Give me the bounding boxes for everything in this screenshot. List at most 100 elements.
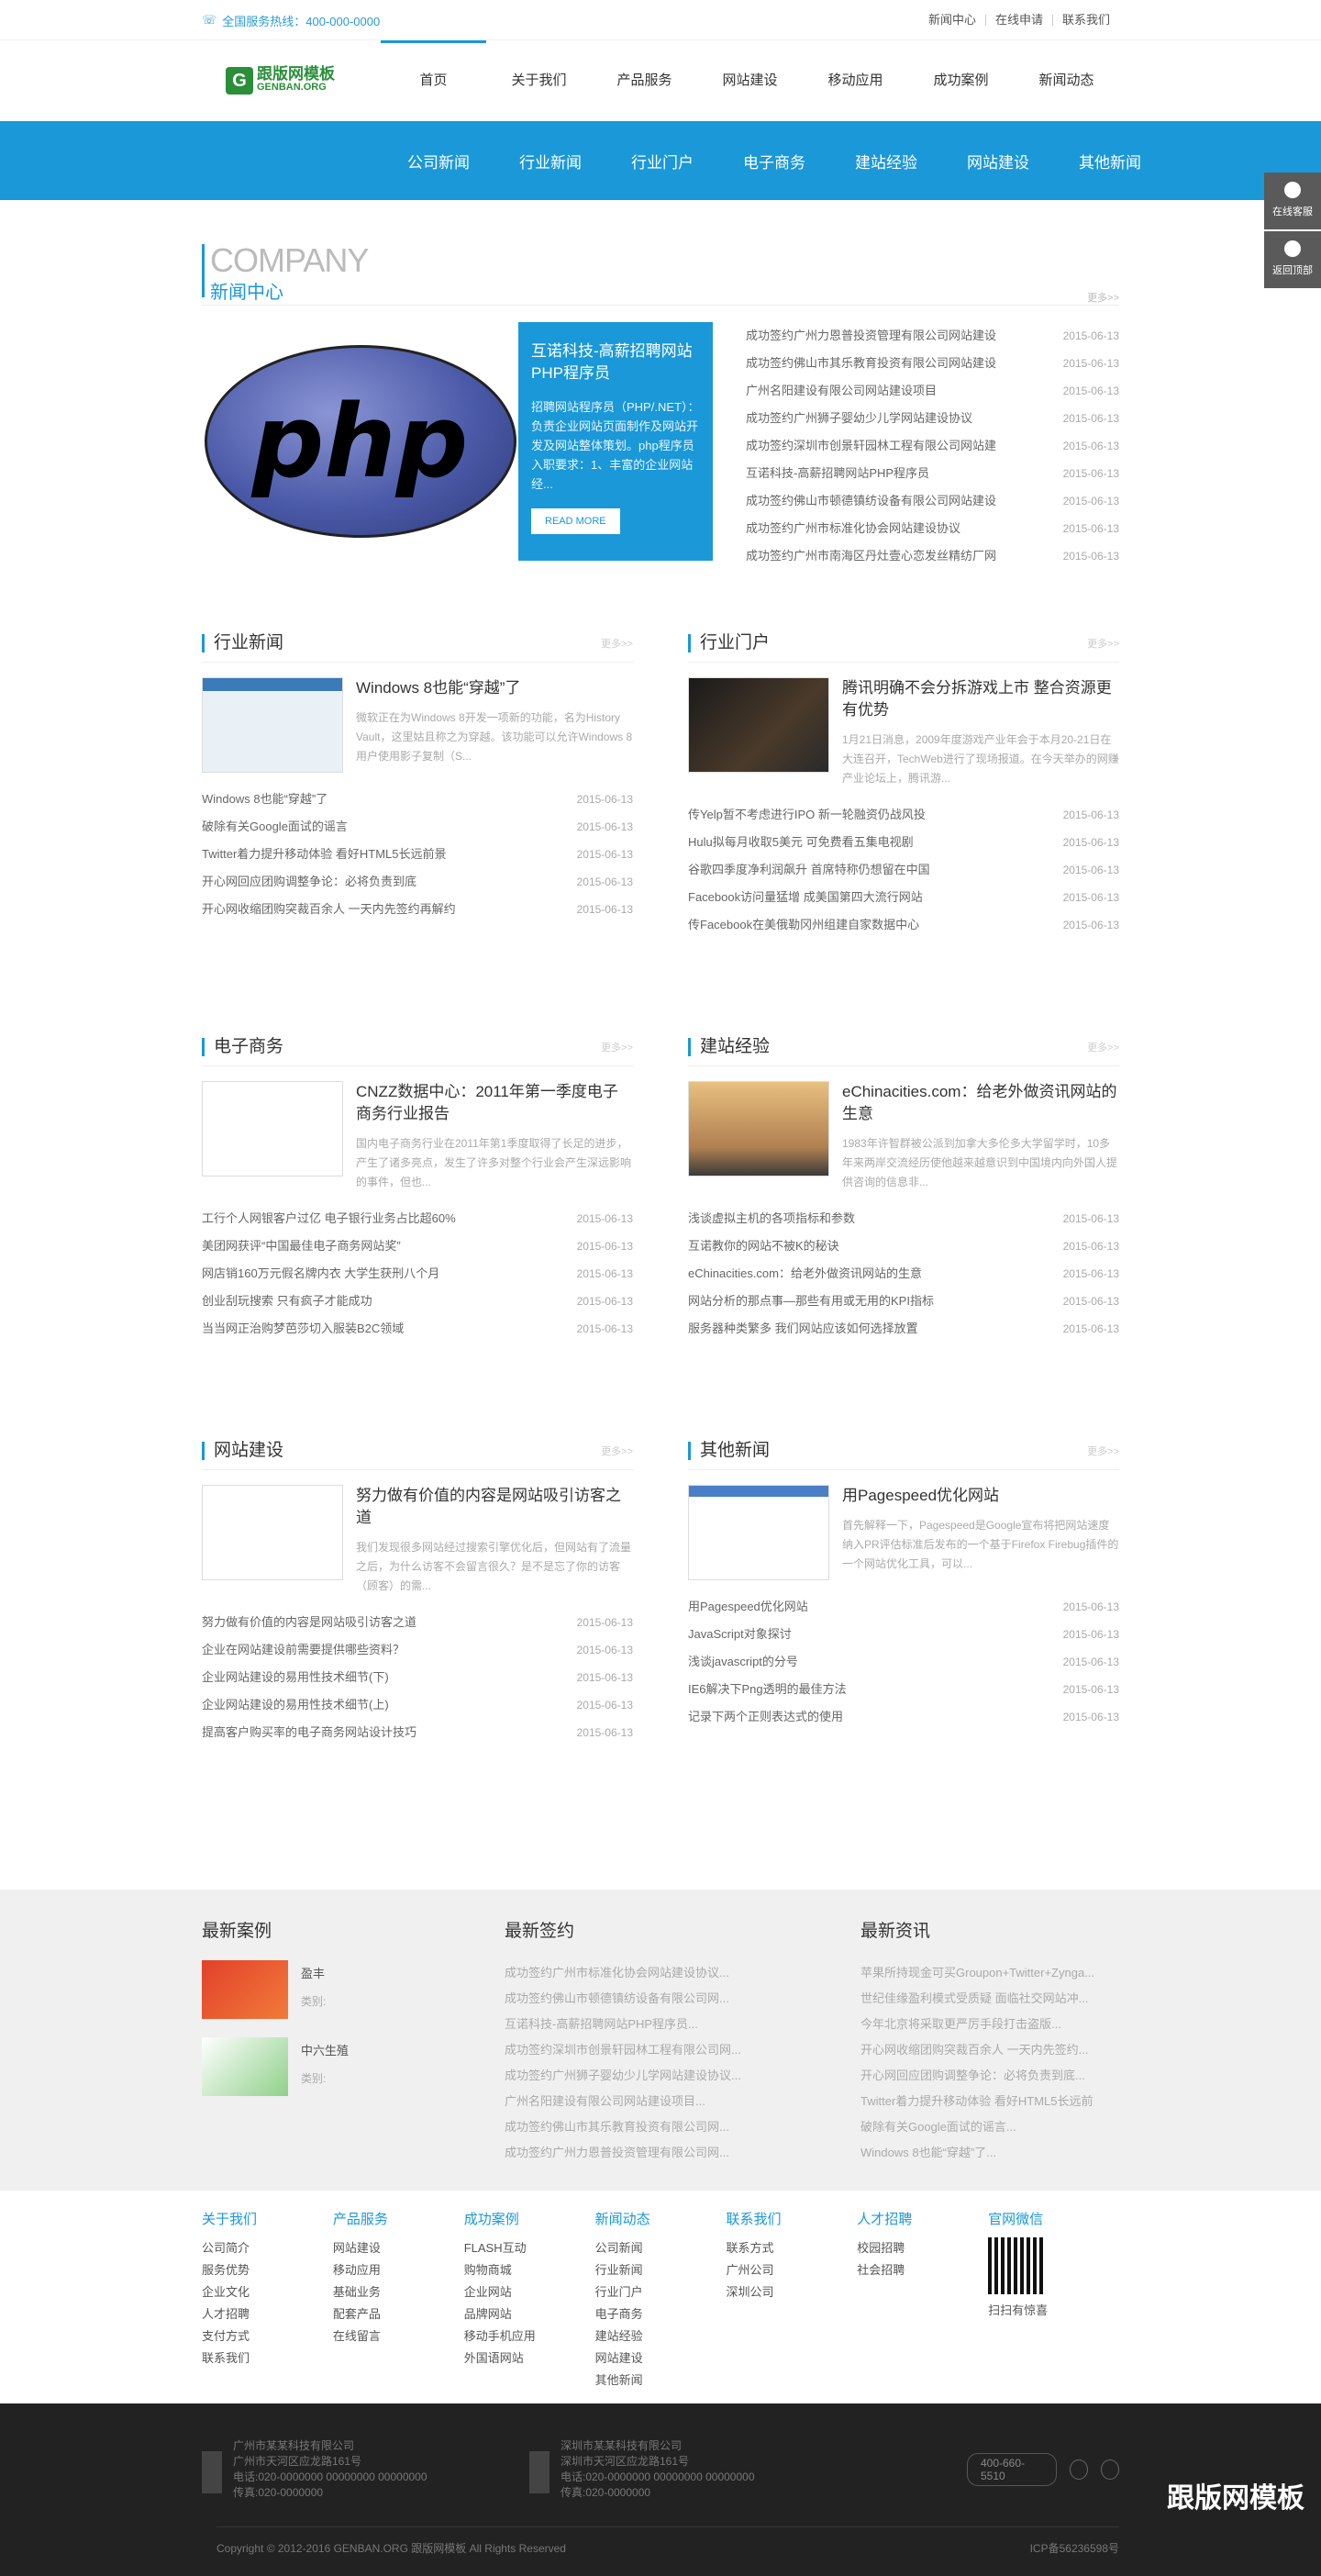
footer-link[interactable]: 支付方式 (202, 2325, 333, 2347)
footer-link[interactable]: 广州公司 (726, 2259, 857, 2281)
list-item[interactable]: 传Yelp暂不考虑进行IPO 新一轮融资仍战风投 2015-06-13 (688, 801, 1119, 829)
footer-link[interactable]: 社会招聘 (857, 2259, 988, 2281)
nav-cases[interactable]: 成功案例 (908, 40, 1014, 121)
footer-link[interactable]: 网站建设 (595, 2347, 727, 2370)
footer-link[interactable]: 在线留言 (333, 2325, 464, 2347)
info-item[interactable]: 开心网收缩团购突裁百余人 一天内先签约... (860, 2037, 1119, 2063)
hero-thumbnail[interactable] (202, 1485, 343, 1580)
news-row[interactable]: 成功签约广州力恩普投资管理有限公司网站建设 2015-06-13 (746, 322, 1119, 350)
list-item[interactable]: 服务器种类繁多 我们网站应该如何选择放置 2015-06-13 (688, 1315, 1119, 1343)
footer-link[interactable]: 基础业务 (333, 2281, 464, 2303)
footer-link[interactable]: 深圳公司 (726, 2281, 857, 2303)
nav-products[interactable]: 产品服务 (592, 40, 697, 121)
hero-thumbnail[interactable] (688, 677, 829, 773)
list-item[interactable]: eChinacities.com：给老外做资讯网站的生意 2015-06-13 (688, 1260, 1119, 1288)
footer-col-title[interactable]: 官网微信 (988, 2209, 1119, 2228)
item-title[interactable]: 传Facebook在美俄勒冈州组建自家数据中心 (688, 911, 919, 939)
item-title[interactable]: 企业网站建设的易用性技术细节(下) (202, 1664, 389, 1691)
footer-link[interactable]: 移动手机应用 (464, 2325, 595, 2347)
footer-link[interactable]: 移动应用 (333, 2259, 464, 2281)
news-row[interactable]: 互诺科技-高薪招聘网站PHP程序员 2015-06-13 (746, 460, 1119, 487)
footer-col-title[interactable]: 成功案例 (464, 2209, 595, 2228)
qq-icon[interactable] (1069, 2459, 1088, 2480)
list-item[interactable]: 网店销160万元假名牌内衣 大学生获刑八个月 2015-06-13 (202, 1260, 633, 1288)
hero-thumbnail[interactable] (202, 677, 343, 773)
item-title[interactable]: 美团网获评“中国最佳电子商务网站奖” (202, 1232, 401, 1260)
footer-link[interactable]: 企业文化 (202, 2281, 333, 2303)
list-item[interactable]: 浅谈javascript的分号 2015-06-13 (688, 1648, 1119, 1676)
list-item[interactable]: 企业网站建设的易用性技术细节(下) 2015-06-13 (202, 1664, 633, 1691)
news-title[interactable]: 成功签约广州狮子婴幼少儿学网站建设协议 (746, 405, 972, 432)
hero-title[interactable]: 努力做有价值的内容是网站吸引访客之道 (356, 1485, 633, 1529)
info-item[interactable]: 开心网回应团购调整争论：必将负责到底... (860, 2063, 1119, 2089)
news-row[interactable]: 成功签约佛山市顿德镇纺设备有限公司网站建设 2015-06-13 (746, 487, 1119, 515)
item-title[interactable]: 企业网站建设的易用性技术细节(上) (202, 1691, 389, 1719)
item-title[interactable]: 网店销160万元假名牌内衣 大学生获刑八个月 (202, 1260, 439, 1288)
phone-pill[interactable]: 400-660-5510 (966, 2453, 1057, 2486)
footer-link[interactable]: 电子商务 (595, 2303, 727, 2325)
list-item[interactable]: 传Facebook在美俄勒冈州组建自家数据中心 2015-06-13 (688, 911, 1119, 939)
hero-title[interactable]: eChinacities.com：给老外做资讯网站的生意 (842, 1081, 1119, 1125)
hero-thumbnail[interactable] (202, 1081, 343, 1176)
list-item[interactable]: Twitter着力提升移动体验 看好HTML5长远前景 2015-06-13 (202, 841, 633, 868)
info-item[interactable]: 苹果所持现金可买Groupon+Twitter+Zynga... (860, 1960, 1119, 1986)
news-title[interactable]: 成功签约佛山市顿德镇纺设备有限公司网站建设 (746, 487, 996, 515)
item-title[interactable]: 互诺教你的网站不被K的秘诀 (688, 1232, 839, 1260)
item-title[interactable]: Facebook访问量猛增 成美国第四大流行网站 (688, 884, 923, 911)
item-title[interactable]: 工行个人网银客户过亿 电子银行业务占比超60% (202, 1205, 456, 1232)
footer-col-title[interactable]: 新闻动态 (595, 2209, 727, 2228)
nav-about[interactable]: 关于我们 (486, 40, 592, 121)
news-row[interactable]: 成功签约深圳市创景轩园林工程有限公司网站建 2015-06-13 (746, 432, 1119, 460)
sign-item[interactable]: 成功签约广州狮子婴幼少儿学网站建设协议... (505, 2063, 860, 2089)
list-item[interactable]: 浅谈虚拟主机的各项指标和参数 2015-06-13 (688, 1205, 1119, 1232)
info-item[interactable]: Twitter着力提升移动体验 看好HTML5长远前 (860, 2089, 1119, 2114)
item-title[interactable]: Hulu拟每月收取5美元 可免费看五集电视剧 (688, 829, 914, 856)
list-item[interactable]: 美团网获评“中国最佳电子商务网站奖” 2015-06-13 (202, 1232, 633, 1260)
more-link[interactable]: 更多>> (1087, 1444, 1119, 1458)
sign-item[interactable]: 广州名阳建设有限公司网站建设项目... (505, 2089, 860, 2114)
subnav-item[interactable]: 公司新闻 (407, 150, 470, 173)
more-link[interactable]: 更多>> (601, 1444, 633, 1458)
info-item[interactable]: Windows 8也能“穿越”了... (860, 2140, 1119, 2166)
sign-item[interactable]: 成功签约广州力恩普投资管理有限公司网... (505, 2140, 860, 2166)
nav-website[interactable]: 网站建设 (697, 40, 803, 121)
sign-item[interactable]: 成功签约深圳市创景轩园林工程有限公司网... (505, 2037, 860, 2063)
list-item[interactable]: 破除有关Google面试的谣言 2015-06-13 (202, 813, 633, 841)
info-item[interactable]: 世纪佳缘盈利模式受质疑 面临社交网站冲... (860, 1986, 1119, 2012)
logo[interactable]: G 跟版网模板 GENBAN.ORG (226, 62, 335, 99)
more-link[interactable]: 更多>> (601, 636, 633, 651)
subnav-item[interactable]: 其他新闻 (1079, 150, 1141, 173)
footer-link[interactable]: 配套产品 (333, 2303, 464, 2325)
footer-link[interactable]: 行业新闻 (595, 2259, 727, 2281)
item-title[interactable]: JavaScript对象探讨 (688, 1621, 792, 1648)
nav-mobile[interactable]: 移动应用 (803, 40, 908, 121)
news-title[interactable]: 成功签约广州力恩普投资管理有限公司网站建设 (746, 322, 996, 350)
news-row[interactable]: 成功签约广州狮子婴幼少儿学网站建设协议 2015-06-13 (746, 405, 1119, 432)
news-title[interactable]: 成功签约广州市标准化协会网站建设协议 (746, 515, 960, 542)
footer-link[interactable]: 行业门户 (595, 2281, 727, 2303)
weibo-icon[interactable] (1100, 2459, 1120, 2480)
list-item[interactable]: 提高客户购买率的电子商务网站设计技巧 2015-06-13 (202, 1719, 633, 1746)
subnav-item[interactable]: 建站经验 (855, 150, 917, 173)
footer-link[interactable]: 公司简介 (202, 2237, 333, 2259)
top-link-apply[interactable]: 在线申请 (984, 14, 1052, 26)
item-title[interactable]: 网站分析的那点事—那些有用或无用的KPI指标 (688, 1288, 934, 1315)
footer-link[interactable]: 网站建设 (333, 2237, 464, 2259)
list-item[interactable]: JavaScript对象探讨 2015-06-13 (688, 1621, 1119, 1648)
nav-home[interactable]: 首页 (381, 40, 486, 121)
read-more-button[interactable]: READ MORE (531, 508, 620, 534)
list-item[interactable]: IE6解决下Png透明的最佳方法 2015-06-13 (688, 1676, 1119, 1703)
more-link[interactable]: 更多>> (1087, 1040, 1119, 1054)
list-item[interactable]: Hulu拟每月收取5美元 可免费看五集电视剧 2015-06-13 (688, 829, 1119, 856)
footer-link[interactable]: 联系方式 (726, 2237, 857, 2259)
item-title[interactable]: 浅谈javascript的分号 (688, 1648, 798, 1676)
more-link[interactable]: 更多>> (601, 1040, 633, 1054)
case-item[interactable]: 盈丰 类别: (202, 1960, 505, 2019)
list-item[interactable]: 当当网正治购梦芭莎切入服装B2C领域 2015-06-13 (202, 1315, 633, 1343)
list-item[interactable]: 工行个人网银客户过亿 电子银行业务占比超60% 2015-06-13 (202, 1205, 633, 1232)
hero-thumbnail[interactable] (688, 1081, 829, 1176)
subnav-item[interactable]: 电子商务 (743, 150, 805, 173)
footer-link[interactable]: 扫扫有惊喜 (988, 2300, 1119, 2322)
top-link-contact[interactable]: 联系我们 (1051, 14, 1119, 26)
news-title[interactable]: 成功签约佛山市其乐教育投资有限公司网站建设 (746, 350, 996, 377)
